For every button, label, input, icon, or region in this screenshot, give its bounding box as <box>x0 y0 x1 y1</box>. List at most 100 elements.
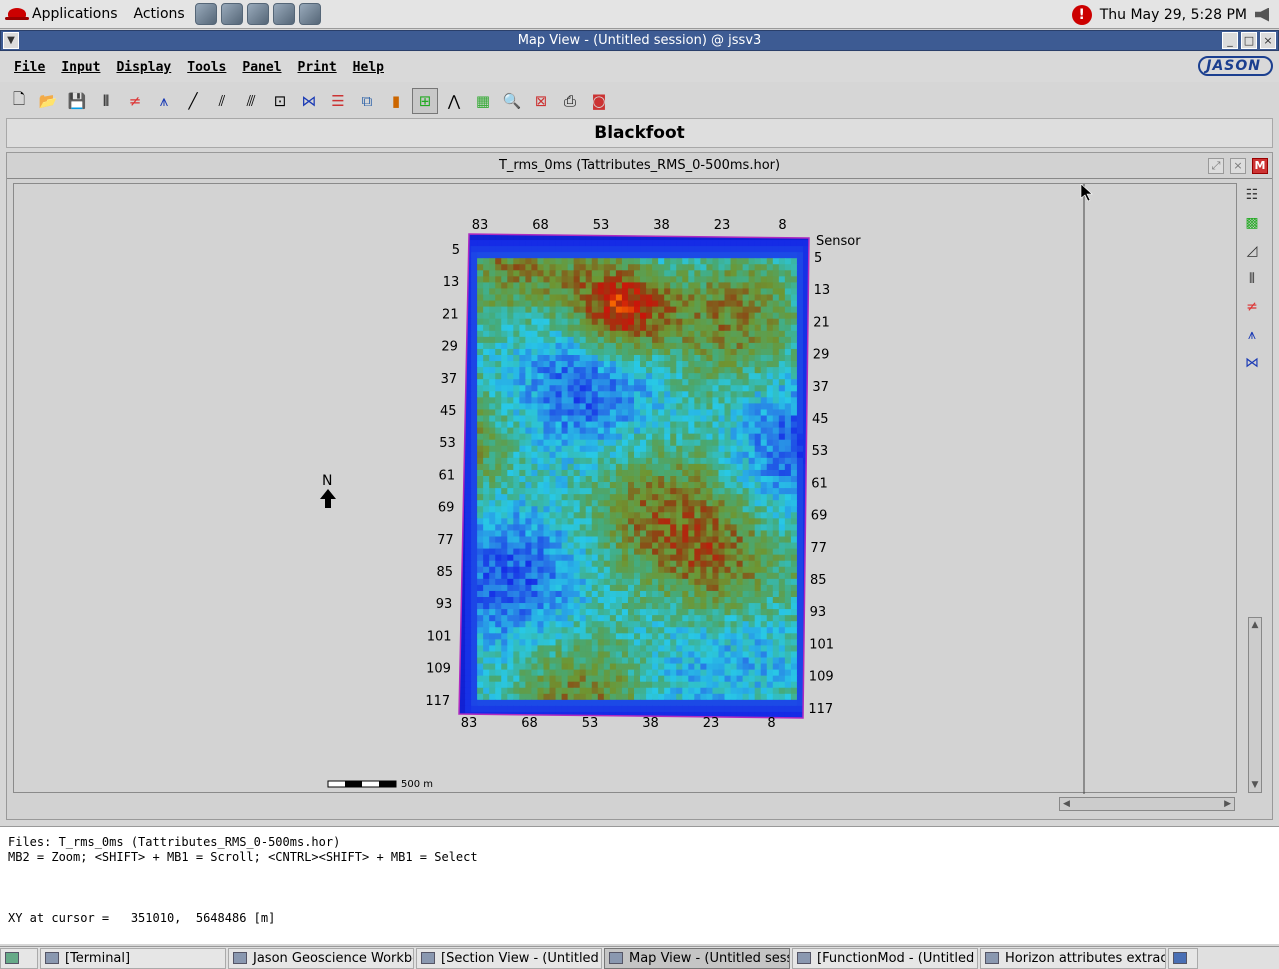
window-menu-button[interactable]: ▼ <box>3 32 19 49</box>
menu-input[interactable]: Input <box>53 60 108 75</box>
open-folder-icon[interactable]: 📂 <box>35 88 61 114</box>
color-palette-icon[interactable]: ▦ <box>470 88 496 114</box>
right-tick-label: 85 <box>810 573 827 588</box>
right-tick-label: 101 <box>809 637 834 652</box>
browser-launcher-icon[interactable] <box>194 3 217 25</box>
scroll-up-icon[interactable]: ▲ <box>1249 618 1261 632</box>
volume-icon[interactable] <box>1255 7 1269 22</box>
task-section-view[interactable]: [Section View - (Untitled se: <box>416 947 602 969</box>
show-desktop-icon[interactable] <box>0 947 38 969</box>
scale-label: 500 m <box>401 779 433 790</box>
toolbar: 🗋 📂 💾 ⦀ ≠ ⩚ ╱ ⫽ ⫻ ⊡ ⋈ ☰ ⧉ ▮ ⊞ ⋀ ▦ 🔍 ⊠ ⎙ … <box>6 88 612 114</box>
map-canvas[interactable]: 83 68 53 38 23 8 83 68 53 38 23 8 5 13 21 29 37 45 53 61 6… <box>13 183 1238 794</box>
task-map-view[interactable]: Map View - (Untitled sessio <box>604 947 790 969</box>
clock[interactable]: Thu May 29, 5:28 PM <box>1100 7 1247 23</box>
annotation-icon[interactable]: ⊡ <box>267 88 293 114</box>
window-icon <box>233 952 247 964</box>
colormap-icon[interactable]: ▩ <box>1240 211 1264 235</box>
panel-title: Blackfoot <box>6 118 1273 148</box>
map-header: T_rms_0ms (Tattributes_RMS_0-500ms.hor) … <box>7 153 1272 179</box>
layers-icon[interactable]: ☷ <box>1240 183 1264 207</box>
log-display-icon[interactable]: ☰ <box>325 88 351 114</box>
presentation-launcher-icon[interactable] <box>272 3 295 25</box>
grid-icon[interactable]: ⊞ <box>412 88 438 114</box>
side-seismic-icon[interactable]: ⦀ <box>1240 267 1264 291</box>
fault-pick-icon[interactable]: ⫻ <box>238 88 264 114</box>
print-icon[interactable]: ⎙ <box>557 88 583 114</box>
top-tick-label: 83 <box>472 218 489 233</box>
menu-tools[interactable]: Tools <box>179 60 234 75</box>
alert-icon[interactable]: ! <box>1071 4 1092 25</box>
menu-print[interactable]: Print <box>290 60 345 75</box>
crossplot-icon[interactable]: ⋈ <box>296 88 322 114</box>
north-label: N <box>322 473 332 489</box>
well-icon[interactable]: ⩚ <box>151 88 177 114</box>
map-frame: T_rms_0ms (Tattributes_RMS_0-500ms.hor) … <box>6 152 1273 820</box>
actions-label: Actions <box>133 6 185 22</box>
bottom-tick-labels: 83 68 53 38 23 8 <box>461 716 776 731</box>
top-panel: Applications Actions ! Thu May 29, 5:28 … <box>0 0 1279 29</box>
left-tick-label: 53 <box>439 436 456 451</box>
menu-file[interactable]: File <box>6 60 53 75</box>
scroll-right-icon[interactable]: ▶ <box>1224 799 1231 809</box>
top-tick-label: 38 <box>653 218 670 233</box>
maximize-button[interactable]: □ <box>1241 32 1257 49</box>
sensor-label: Sensor <box>816 234 861 249</box>
horizon-icon[interactable]: ≠ <box>122 88 148 114</box>
print-manager-launcher-icon[interactable] <box>298 3 321 25</box>
menu-display[interactable]: Display <box>108 60 179 75</box>
right-tick-label: 93 <box>810 605 827 620</box>
clear-icon[interactable]: ⊠ <box>528 88 554 114</box>
minimize-button[interactable]: _ <box>1222 32 1238 49</box>
wavelet-icon[interactable]: ⋀ <box>441 88 467 114</box>
mail-launcher-icon[interactable] <box>220 3 243 25</box>
detach-icon[interactable]: ⤢ <box>1208 158 1224 174</box>
scroll-left-icon[interactable]: ◀ <box>1063 799 1070 809</box>
window-icon <box>985 952 999 964</box>
applications-menu[interactable]: Applications <box>0 0 126 29</box>
task-functionmod[interactable]: [FunctionMod - (Untitled trai <box>792 947 978 969</box>
window-titlebar[interactable]: ▼ Map View - (Untitled session) @ jssv3 … <box>0 30 1279 51</box>
vertical-scrollbar[interactable]: ▲ ▼ <box>1248 617 1262 793</box>
faults-icon[interactable]: ⫽ <box>209 88 235 114</box>
side-horizon-icon[interactable]: ≠ <box>1240 295 1264 319</box>
left-tick-label: 13 <box>443 275 460 290</box>
close-button[interactable]: × <box>1260 32 1276 49</box>
left-tick-labels: 5 13 21 29 37 45 53 61 69 77 85 93 101 109 117 <box>425 243 460 709</box>
actions-menu[interactable]: Actions <box>126 0 193 29</box>
colorbar-icon[interactable]: ▮ <box>383 88 409 114</box>
multi-panel-icon[interactable]: ⧉ <box>354 88 380 114</box>
console-mouse-help-line: MB2 = Zoom; <SHIFT> + MB1 = Scroll; <CNT… <box>8 850 478 864</box>
left-tick-label: 21 <box>442 307 459 322</box>
save-icon[interactable]: 💾 <box>64 88 90 114</box>
north-arrow-icon <box>320 489 336 508</box>
left-tick-label: 45 <box>440 404 457 419</box>
menu-panel[interactable]: Panel <box>234 60 289 75</box>
left-tick-label: 29 <box>441 340 458 355</box>
side-toolbar: ☷ ▩ ◿ ⦀ ≠ ⩚ ⋈ <box>1240 183 1266 375</box>
camera-icon[interactable]: ◙ <box>586 88 612 114</box>
menubar: File Input Display Tools Panel Print Hel… <box>0 52 1279 82</box>
seismic-traces-icon[interactable]: ⦀ <box>93 88 119 114</box>
side-crossplot-icon[interactable]: ⋈ <box>1240 351 1264 375</box>
writer-launcher-icon[interactable] <box>246 3 269 25</box>
zoom-out-icon[interactable]: 🔍 <box>499 88 525 114</box>
scale-bar: 500 m <box>327 779 433 790</box>
map-svg[interactable]: 83 68 53 38 23 8 83 68 53 38 23 8 5 13 21 29 37 45 53 61 6… <box>14 183 1238 794</box>
bottom-tick-label: 38 <box>642 716 659 731</box>
map-title: T_rms_0ms (Tattributes_RMS_0-500ms.hor) <box>498 158 781 173</box>
new-file-icon[interactable]: 🗋 <box>6 88 32 114</box>
task-horizon-attributes[interactable]: Horizon attributes extractior <box>980 947 1166 969</box>
scroll-down-icon[interactable]: ▼ <box>1249 778 1261 792</box>
maximize-panel-icon[interactable]: M <box>1252 158 1268 174</box>
task-terminal[interactable]: [Terminal] <box>40 947 226 969</box>
menu-help[interactable]: Help <box>345 60 392 75</box>
side-well-icon[interactable]: ⩚ <box>1240 323 1264 347</box>
workspace-switcher-icon[interactable] <box>1168 947 1198 969</box>
polygon-icon[interactable]: ◿ <box>1240 239 1264 263</box>
window-icon <box>609 952 623 964</box>
horizontal-scrollbar[interactable]: ◀ ▶ <box>1059 797 1235 811</box>
line-icon[interactable]: ╱ <box>180 88 206 114</box>
task-jason-workbench[interactable]: Jason Geoscience Workber <box>228 947 414 969</box>
close-panel-icon[interactable]: × <box>1230 158 1246 174</box>
